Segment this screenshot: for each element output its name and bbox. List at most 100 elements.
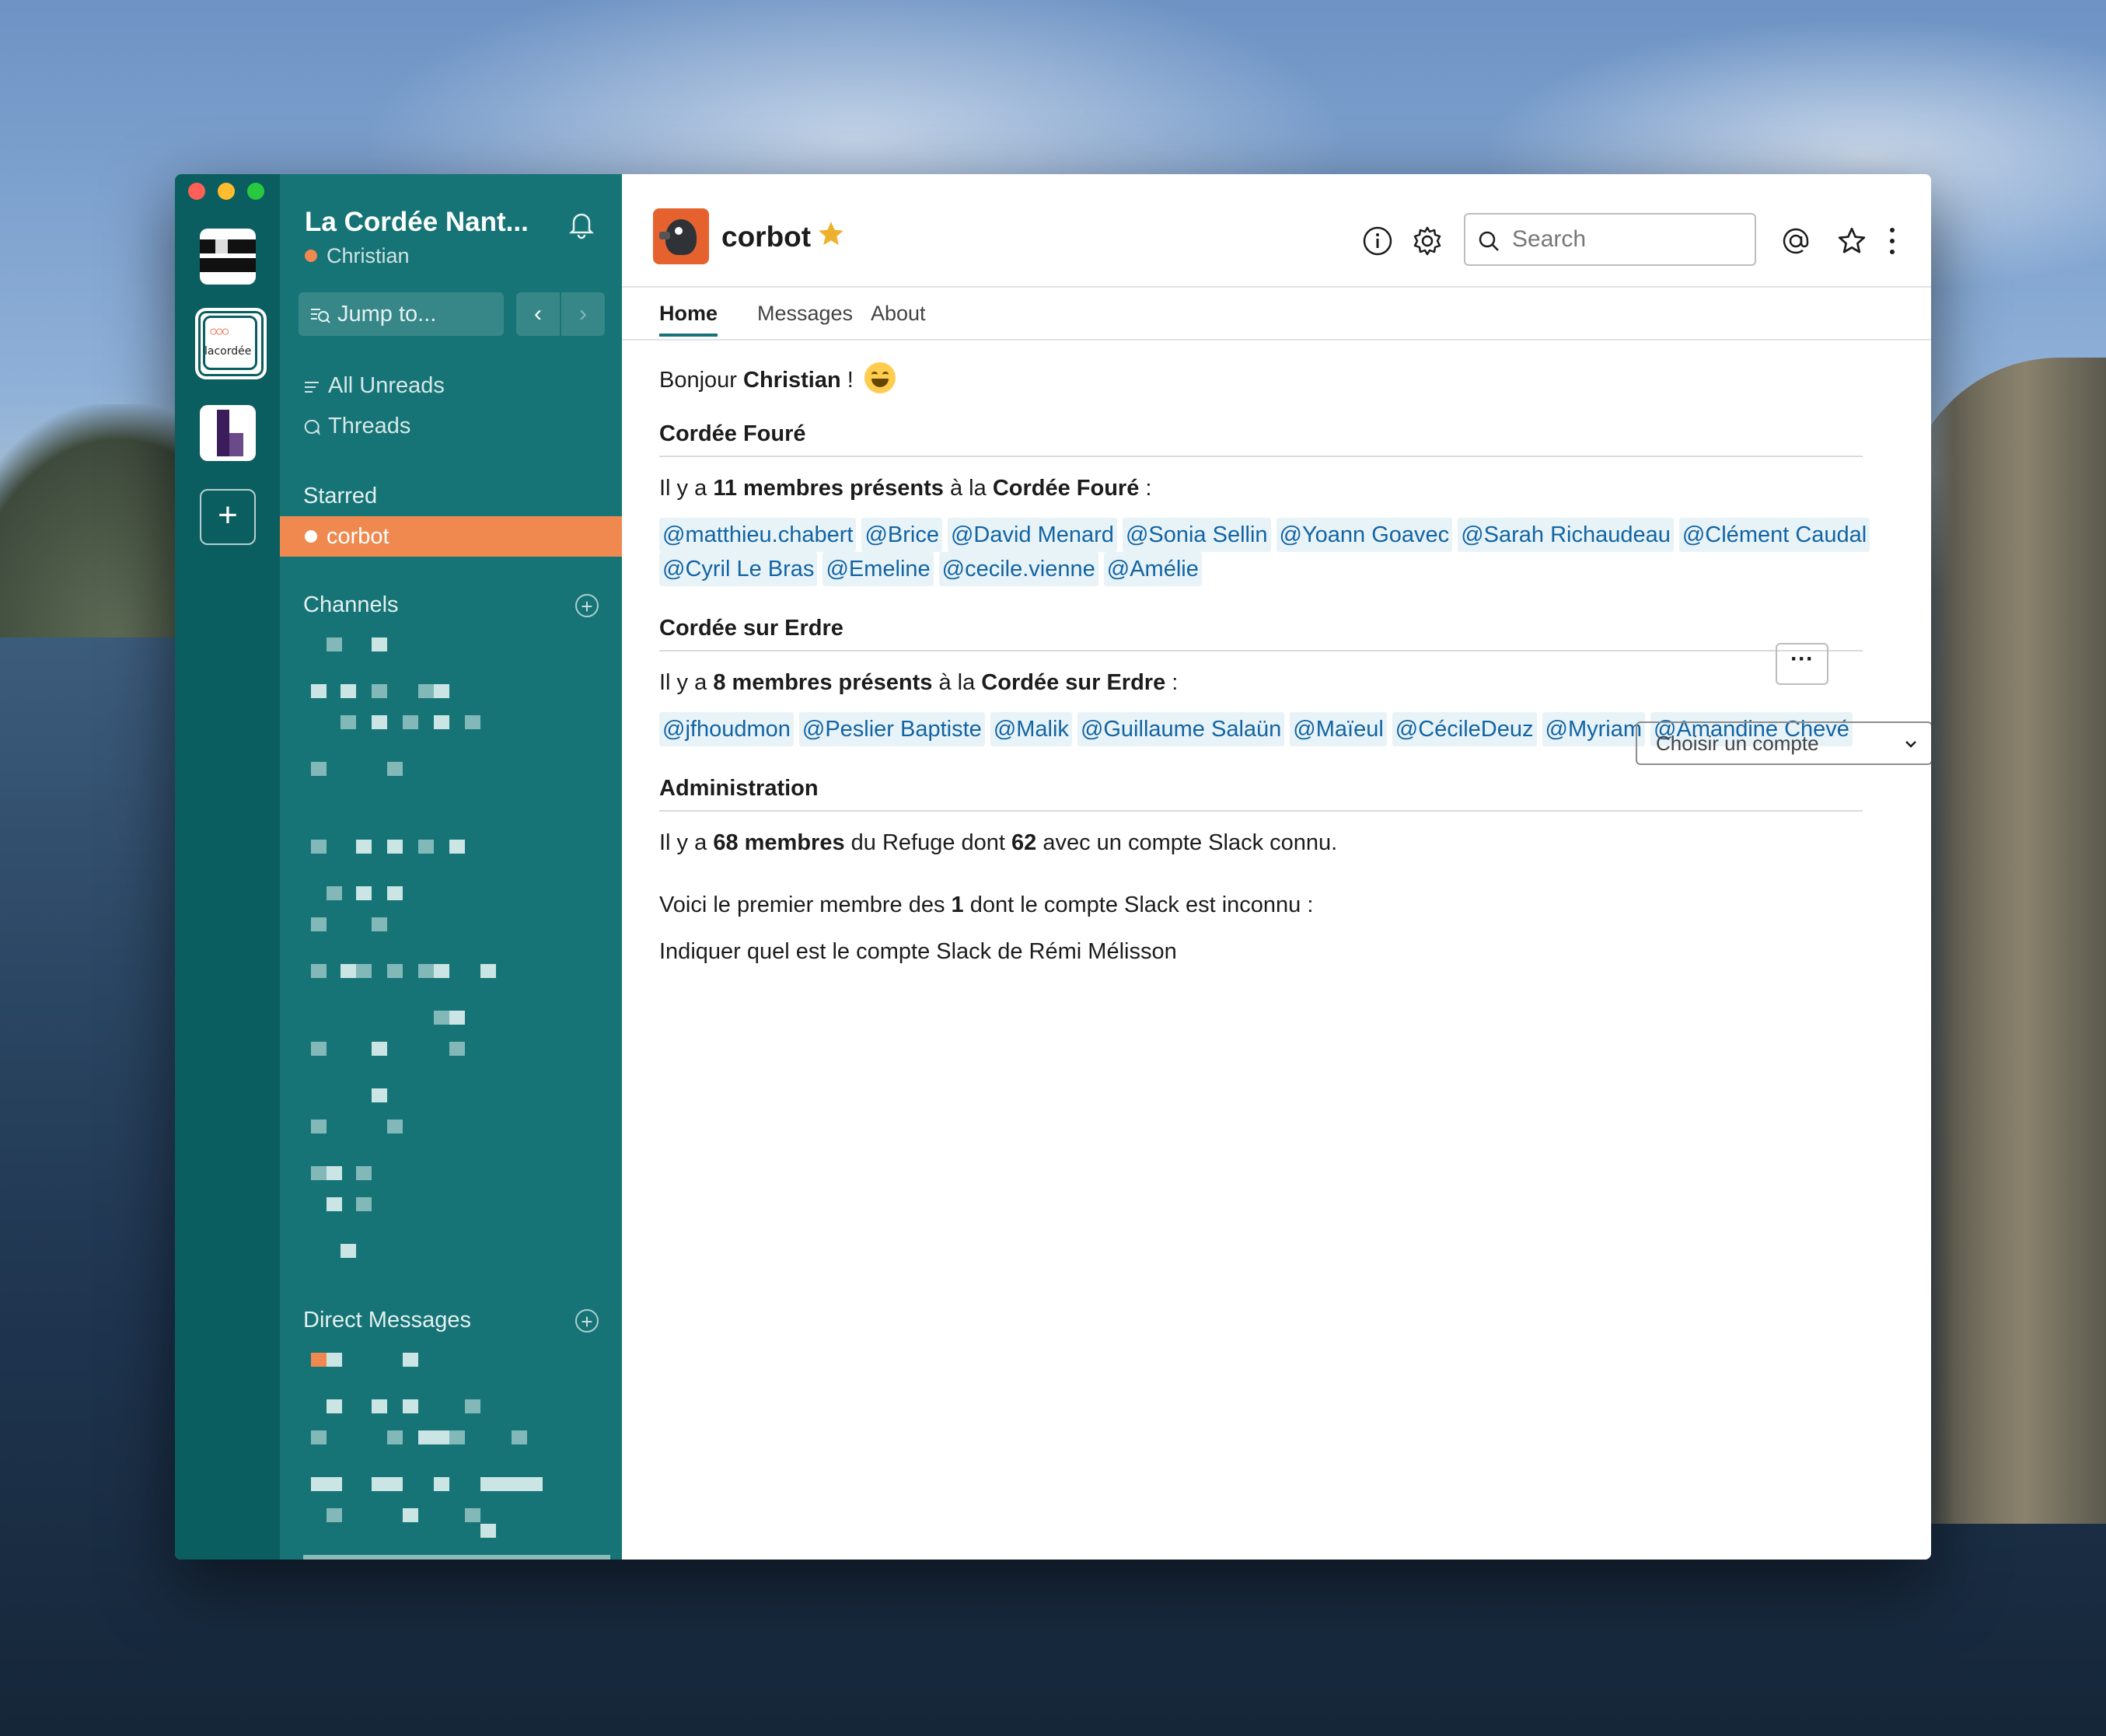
user-mention[interactable]: @Myriam [1542,712,1645,746]
sidebar-scrollbar[interactable] [303,1555,610,1560]
presence-summary-foure: Il y a 11 membres présents à la Cordée F… [659,476,1151,501]
channel-header: corbot Search [622,174,1931,288]
direct-messages-header[interactable]: Direct Messages [303,1308,471,1333]
tab-messages[interactable]: Messages [757,302,853,335]
text: Il y a [659,670,714,695]
member-total: 68 membres [713,830,845,855]
search-input[interactable]: Search [1464,213,1756,266]
user-mention[interactable]: @Guillaume Salaün [1077,712,1285,746]
mentions-at-icon[interactable] [1780,225,1811,257]
user-mention[interactable]: @Amélie [1103,552,1202,586]
threads-label: Threads [328,414,411,438]
workspace-icon-1[interactable] [200,229,256,285]
user-mention[interactable]: @Peslier Baptiste [798,712,985,746]
jump-to-input[interactable]: Jump to... [299,292,504,336]
sidebar-item-all-unreads[interactable]: All Unreads [303,373,445,399]
user-mention[interactable]: @Sarah Richaudeau [1458,518,1674,552]
text: à la [943,476,993,501]
text: Il y a [659,830,714,855]
greeting-prefix: Bonjour [659,368,744,393]
bell-icon[interactable] [566,208,597,239]
member-count: 11 membres présents [713,476,944,501]
gear-icon[interactable] [1412,225,1443,257]
user-mention[interactable]: @David Menard [947,518,1117,552]
star-icon[interactable] [1836,225,1867,257]
more-vertical-icon[interactable] [1884,225,1900,257]
user-mention[interactable]: @cecile.vienne [938,552,1098,586]
lacordee-logo-icon: ○○○ [209,323,230,339]
presence-dot-icon [305,530,317,543]
user-mention[interactable]: @Sonia Sellin [1122,518,1271,552]
text: Il y a [659,476,714,501]
divider [659,810,1863,812]
account-select[interactable]: Choisir un compte [1636,721,1931,765]
workspace-name[interactable]: La Cordée Nant... [305,207,529,238]
tab-about[interactable]: About [871,302,926,335]
add-workspace-button[interactable]: + [200,489,256,545]
minimize-window-button[interactable] [218,183,235,200]
place-name: Cordée sur Erdre [981,670,1166,695]
all-unreads-icon [305,382,319,393]
user-mention[interactable]: @Clément Caudal [1678,518,1870,552]
sidebar-item-threads[interactable]: Threads [303,414,410,439]
lacordee-logo-text: lacordée [204,345,252,358]
account-select-placeholder: Choisir un compte [1656,732,1819,755]
section-title-fouré: Cordée Fouré [659,421,806,446]
bot-name[interactable]: corbot [721,221,811,253]
background-hill-right [1904,358,2106,1524]
close-window-button[interactable] [188,183,205,200]
text: dont le compte Slack est inconnu : [963,892,1314,917]
user-mention[interactable]: @Cyril Le Bras [659,552,818,586]
user-mention[interactable]: @Maïeul [1290,712,1387,746]
corbot-avatar[interactable] [653,208,709,264]
current-user-status[interactable]: Christian [305,244,410,268]
user-mention[interactable]: @matthieu.chabert [659,518,857,552]
text: du Refuge dont [844,830,1012,855]
add-channel-icon[interactable]: + [575,594,599,617]
current-user-name: Christian [327,244,410,267]
text: : [1165,670,1179,695]
chevron-down-icon [1905,741,1916,748]
channels-header[interactable]: Channels [303,592,399,618]
starred-header[interactable]: Starred [303,484,377,509]
unknown-member-intro: Voici le premier membre des 1 dont le co… [659,892,1313,918]
user-mention[interactable]: @jfhoudmon [659,712,794,746]
user-mention[interactable]: @Emeline [822,552,934,586]
jump-search-icon [311,309,330,323]
forward-arrow-icon[interactable]: › [561,292,605,336]
place-name: Cordée Fouré [992,476,1140,501]
sidebar-item-corbot[interactable]: corbot [280,516,622,557]
main-pane: corbot Search Home Messages About Bonjou… [622,174,1931,1560]
greeting-name: Christian [743,368,841,393]
back-arrow-icon[interactable]: ‹ [516,292,560,336]
member-count: 8 membres présents [713,670,933,695]
workspace-icon-lacordee[interactable]: ○○○ lacordée [195,308,267,379]
grin-emoji-icon [864,362,896,393]
starred-star-icon[interactable] [816,219,846,249]
info-icon[interactable] [1362,225,1393,257]
greeting: Bonjour Christian ! [659,362,896,393]
jump-to-label: Jump to... [337,302,437,327]
admin-summary: Il y a 68 membres du Refuge dont 62 avec… [659,830,1337,856]
tab-home[interactable]: Home [659,302,718,337]
threads-icon [304,419,320,436]
text: Voici le premier membre des [659,892,952,917]
search-icon [1479,231,1499,251]
divider [659,650,1863,651]
user-mention[interactable]: @CécileDeuz [1392,712,1537,746]
history-nav: ‹ › [516,292,605,336]
slack-window: ○○○ lacordée + La Cordée Nant... Christi… [175,174,1931,1560]
presence-summary-erdre: Il y a 8 membres présents à la Cordée su… [659,670,1178,696]
sidebar: La Cordée Nant... Christian Jump to... ‹… [280,174,649,1560]
zoom-window-button[interactable] [247,183,264,200]
user-mention[interactable]: @Malik [990,712,1072,746]
text: : [1139,476,1152,501]
overflow-menu-button[interactable]: ··· [1776,643,1828,685]
user-mention[interactable]: @Brice [861,518,942,552]
user-mention[interactable]: @Yoann Goavec [1276,518,1453,552]
unknown-count: 1 [951,892,964,917]
workspace-icon-3[interactable] [200,405,256,461]
search-placeholder: Search [1512,226,1587,252]
status-dot-icon [305,250,317,262]
add-dm-icon[interactable]: + [575,1309,599,1333]
